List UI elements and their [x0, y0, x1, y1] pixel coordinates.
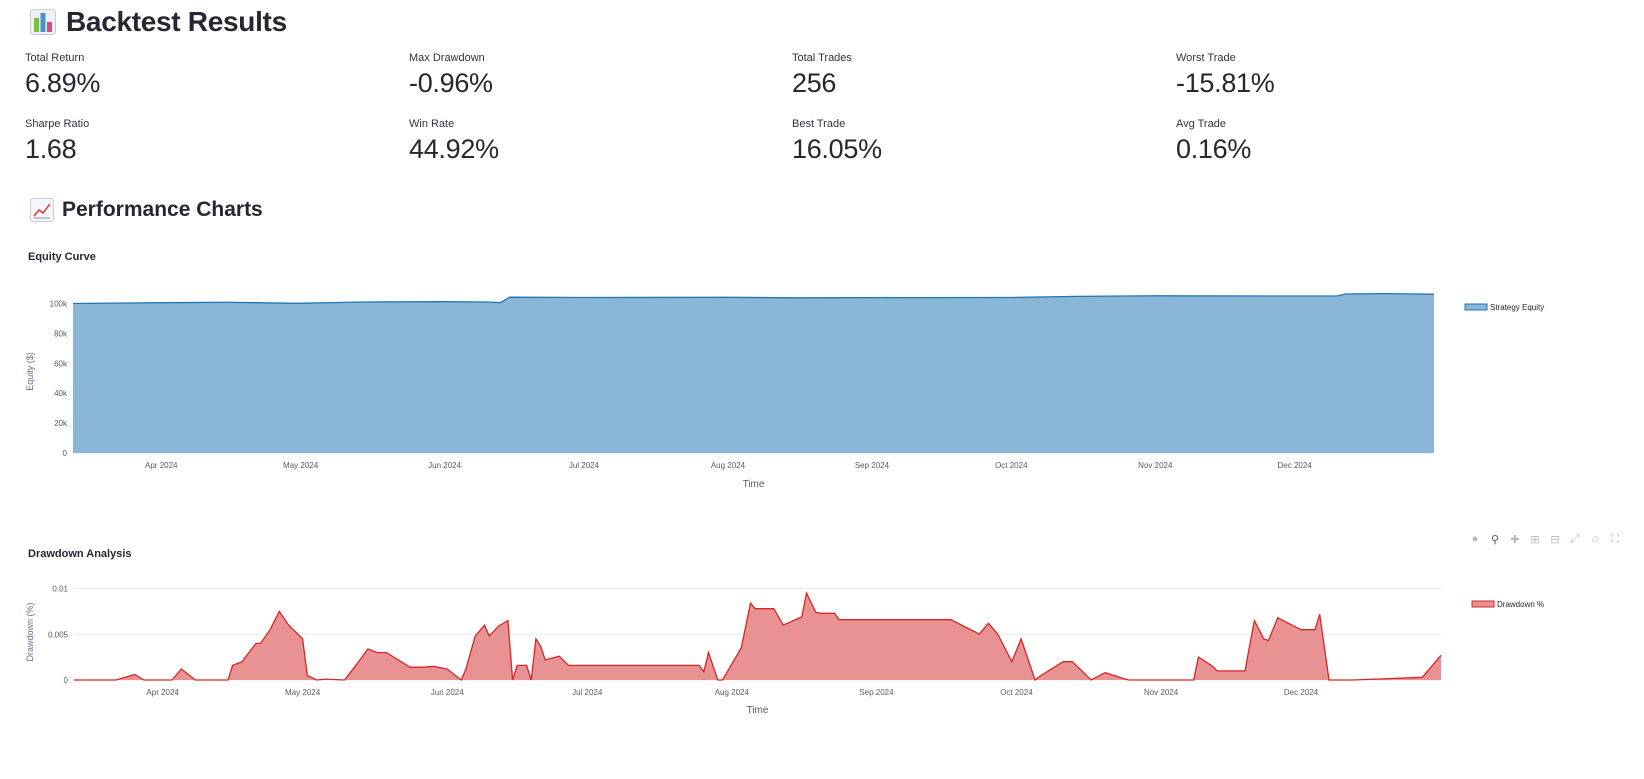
metric-value: 0.16%	[1176, 134, 1252, 164]
metric-value: 1.68	[25, 134, 77, 164]
camera-icon[interactable]: ●	[1468, 532, 1482, 546]
metric-best-trade: Best Trade 16.05%	[792, 118, 882, 165]
y-axis-label: Equity ($)	[25, 352, 35, 391]
metric-label: Max Drawdown	[409, 52, 485, 64]
y-tick-label: 0	[64, 676, 69, 685]
page-title: Backtest Results	[66, 6, 287, 37]
metric-label: Total Trades	[792, 52, 852, 64]
series-area	[74, 593, 1441, 680]
y-tick-label: 40k	[54, 389, 68, 398]
section-title: Performance Charts	[62, 198, 263, 221]
x-tick-label: Apr 2024	[145, 461, 178, 470]
metric-total-return: Total Return 6.89%	[25, 52, 100, 99]
metric-label: Total Return	[25, 52, 85, 64]
y-axis-label: Drawdown (%)	[25, 602, 35, 661]
y-tick-label: 80k	[54, 329, 68, 338]
metric-avg-trade: Avg Trade 0.16%	[1176, 118, 1251, 165]
equity-chart-title: Equity Curve	[28, 251, 96, 263]
autoscale-icon[interactable]: ⤢	[1568, 532, 1582, 546]
page-header: Backtest Results	[30, 6, 287, 38]
legend-swatch	[1464, 303, 1488, 311]
bar-chart-emoji-icon	[30, 9, 56, 35]
equity-curve-chart[interactable]: 0 20k 40k 60k 80k 100k Apr 2024 May 2024 Jun 202…	[0, 280, 1644, 495]
x-axis-label: Time	[747, 705, 769, 716]
x-tick-label: Oct 2024	[1000, 688, 1033, 697]
line-chart-emoji-icon	[30, 198, 54, 222]
x-tick-label: Aug 2024	[711, 461, 746, 470]
x-tick-label: Sep 2024	[859, 688, 894, 697]
y-tick-label: 0.005	[48, 630, 69, 639]
series-area	[73, 293, 1434, 453]
metric-label: Sharpe Ratio	[25, 118, 90, 130]
pan-icon[interactable]: ✚	[1508, 532, 1522, 546]
drawdown-analysis-chart[interactable]: 0 0.005 0.01 Apr 2024 May 2024 Jun 2024 Jul 20…	[0, 580, 1644, 725]
x-axis-label: Time	[743, 479, 765, 490]
x-tick-label: Jul 2024	[569, 461, 600, 470]
x-tick-label: Aug 2024	[715, 688, 750, 697]
metric-value: -15.81%	[1176, 68, 1275, 98]
metric-value: 6.89%	[25, 68, 101, 98]
metric-value: 256	[792, 68, 837, 98]
y-tick-label: 0.01	[52, 585, 68, 594]
x-tick-label: Nov 2024	[1144, 688, 1179, 697]
x-tick-label: May 2024	[285, 688, 321, 697]
metric-value: 44.92%	[409, 134, 499, 164]
x-tick-label: Jun 2024	[428, 461, 461, 470]
metric-value: 16.05%	[792, 134, 882, 164]
metric-label: Win Rate	[409, 118, 455, 130]
zoom-out-icon[interactable]: ⊟	[1548, 532, 1562, 546]
legend-swatch	[1471, 600, 1495, 608]
y-tick-label: 60k	[54, 359, 68, 368]
y-tick-label: 100k	[50, 299, 68, 308]
x-tick-label: May 2024	[283, 461, 319, 470]
metric-sharpe-ratio: Sharpe Ratio 1.68	[25, 118, 89, 165]
section-header: Performance Charts	[30, 198, 263, 222]
drawdown-chart-title: Drawdown Analysis	[28, 548, 132, 560]
x-tick-label: Nov 2024	[1138, 461, 1173, 470]
metric-label: Best Trade	[792, 118, 846, 130]
reset-home-icon[interactable]: ⌂	[1588, 532, 1602, 546]
zoom-in-icon[interactable]: ⊞	[1528, 532, 1542, 546]
x-tick-label: Dec 2024	[1284, 688, 1319, 697]
zoom-icon[interactable]: ⚲	[1488, 532, 1502, 546]
fullscreen-icon[interactable]: ⛶	[1608, 532, 1622, 546]
x-tick-label: Dec 2024	[1278, 461, 1313, 470]
metric-value: -0.96%	[409, 68, 493, 98]
metric-label: Avg Trade	[1176, 118, 1226, 130]
x-tick-label: Jun 2024	[431, 688, 464, 697]
x-tick-label: Oct 2024	[995, 461, 1028, 470]
x-tick-label: Jul 2024	[572, 688, 603, 697]
y-tick-label: 0	[63, 449, 68, 458]
legend-label: Drawdown %	[1497, 600, 1544, 609]
legend-label: Strategy Equity	[1490, 303, 1544, 312]
metric-win-rate: Win Rate 44.92%	[409, 118, 499, 165]
metric-worst-trade: Worst Trade -15.81%	[1176, 52, 1275, 99]
metric-max-drawdown: Max Drawdown -0.96%	[409, 52, 493, 99]
chart-modebar: ● ⚲ ✚ ⊞ ⊟ ⤢ ⌂ ⛶	[1468, 532, 1622, 546]
x-tick-label: Apr 2024	[146, 688, 179, 697]
metric-total-trades: Total Trades 256	[792, 52, 852, 99]
y-tick-label: 20k	[54, 419, 68, 428]
x-tick-label: Sep 2024	[855, 461, 890, 470]
metric-label: Worst Trade	[1176, 52, 1236, 64]
